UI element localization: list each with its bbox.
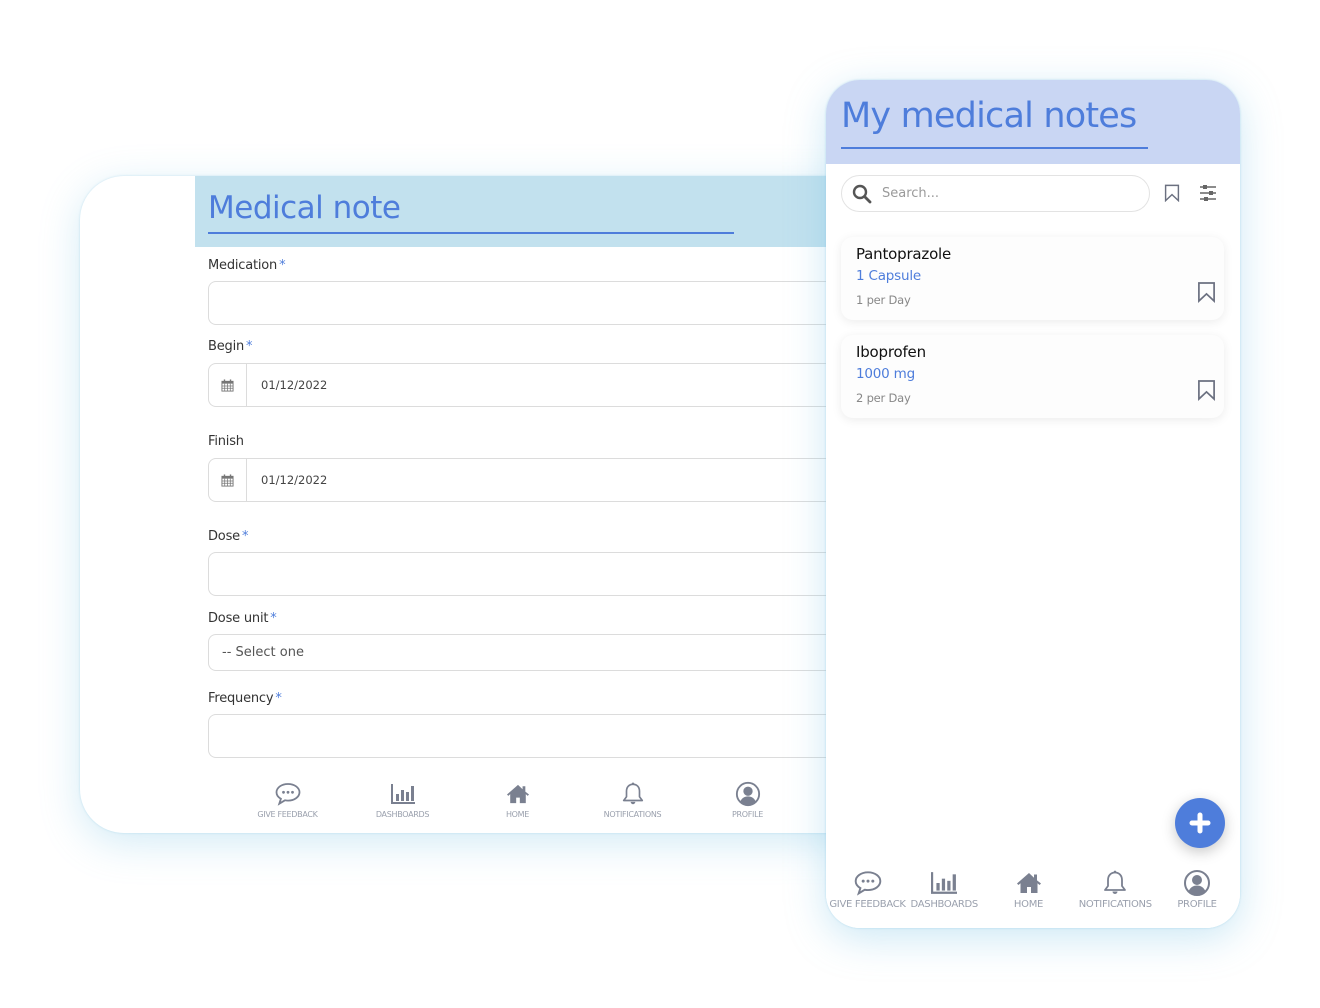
bookmark-button[interactable]	[1197, 379, 1216, 406]
nav-notifications[interactable]: NOTIFICATIONS	[1076, 870, 1154, 928]
required-marker: *	[241, 529, 249, 544]
dose-unit-selected: -- Select one	[222, 645, 304, 660]
dose-input[interactable]	[208, 552, 880, 596]
dose-unit-label: Dose unit *	[208, 611, 277, 626]
note-card[interactable]: Pantoprazole 1 Capsule 1 per Day	[841, 237, 1224, 320]
dose-unit-select[interactable]: -- Select one	[208, 634, 880, 671]
plus-icon	[1189, 812, 1211, 834]
nav-notifications[interactable]: NOTIFICATIONS	[575, 781, 690, 833]
begin-label-text: Begin	[208, 339, 245, 354]
filter-settings-button[interactable]	[1198, 184, 1218, 207]
nav-home[interactable]: HOME	[460, 781, 575, 833]
nav-profile[interactable]: PROFILE	[690, 781, 805, 833]
title-underline	[841, 147, 1148, 149]
sliders-icon	[1200, 185, 1216, 201]
dose-label-text: Dose	[208, 529, 240, 544]
bottom-nav: GIVE FEEDBACK DASHBOARDS HOME NOTIFICATI…	[230, 781, 830, 833]
required-marker: *	[275, 691, 282, 706]
frequency-input[interactable]	[208, 714, 880, 758]
note-medication-name: Iboprofen	[856, 343, 926, 361]
bookmark-icon	[1197, 281, 1216, 303]
medication-input[interactable]	[208, 281, 880, 325]
finish-date-value: 01/12/2022	[261, 473, 328, 487]
note-frequency: 2 per Day	[856, 391, 911, 405]
nav-dashboards[interactable]: DASHBOARDS	[908, 870, 981, 928]
dose-label: Dose *	[208, 529, 248, 544]
bell-icon	[620, 781, 646, 807]
begin-label: Begin *	[208, 339, 253, 354]
chat-bubble-icon	[274, 782, 302, 806]
required-marker: *	[279, 258, 286, 273]
bookmarks-filter-button[interactable]	[1164, 184, 1180, 207]
add-note-button[interactable]	[1175, 798, 1225, 848]
search-box[interactable]	[841, 175, 1150, 212]
note-medication-name: Pantoprazole	[856, 245, 952, 263]
next-field-label-cutoff	[208, 774, 328, 780]
nav-profile[interactable]: PROFILE	[1157, 870, 1237, 928]
bookmark-icon	[1164, 184, 1180, 202]
user-circle-icon	[735, 781, 761, 807]
form-header: Medical note	[195, 176, 880, 247]
search-input[interactable]	[882, 186, 1132, 201]
nav-label: PROFILE	[1177, 899, 1217, 910]
required-marker: *	[246, 339, 253, 354]
frequency-label-text: Frequency	[208, 691, 274, 706]
form-title: Medical note	[208, 190, 401, 226]
app-title: My medical notes	[841, 96, 1137, 136]
medical-notes-app: My medical notes Pantoprazole 1 Capsule …	[826, 80, 1240, 928]
note-dose: 1000 mg	[856, 366, 915, 382]
nav-label: DASHBOARDS	[910, 899, 979, 910]
finish-date-input[interactable]: 01/12/2022	[208, 458, 880, 502]
medication-label: Medication *	[208, 258, 286, 273]
note-card[interactable]: Iboprofen 1000 mg 2 per Day	[841, 335, 1224, 418]
bottom-nav: GIVE FEEDBACK DASHBOARDS HOME NOTIFICATI…	[826, 870, 1240, 928]
calendar-button[interactable]	[209, 364, 247, 406]
nav-label: HOME	[505, 810, 530, 819]
nav-give-feedback[interactable]: GIVE FEEDBACK	[230, 781, 345, 833]
begin-date-value: 01/12/2022	[261, 378, 328, 392]
home-icon	[1015, 871, 1043, 895]
nav-label: GIVE FEEDBACK	[257, 810, 318, 819]
bar-chart-icon	[928, 870, 960, 896]
home-icon	[505, 783, 531, 805]
finish-label: Finish	[208, 434, 244, 449]
bell-icon	[1101, 869, 1129, 897]
nav-give-feedback[interactable]: GIVE FEEDBACK	[829, 870, 906, 928]
dose-unit-label-text: Dose unit	[208, 611, 269, 626]
nav-label: DASHBOARDS	[375, 810, 430, 819]
app-header: My medical notes	[826, 80, 1240, 164]
user-circle-icon	[1183, 869, 1211, 897]
chat-bubble-icon	[853, 870, 883, 896]
medication-label-text: Medication	[208, 258, 278, 273]
required-marker: *	[270, 611, 277, 626]
nav-dashboards[interactable]: DASHBOARDS	[345, 781, 460, 833]
nav-label: NOTIFICATIONS	[603, 810, 662, 819]
search-icon	[852, 184, 872, 203]
calendar-button[interactable]	[209, 459, 247, 501]
calendar-icon	[221, 379, 234, 392]
nav-home[interactable]: HOME	[984, 870, 1074, 928]
bar-chart-icon	[389, 782, 417, 806]
title-underline	[208, 232, 734, 234]
finish-label-text: Finish	[208, 434, 244, 449]
begin-date-input[interactable]: 01/12/2022	[208, 363, 880, 407]
calendar-icon	[221, 474, 234, 487]
nav-label: GIVE FEEDBACK	[829, 899, 906, 910]
medical-note-form-card: Medical note Medication * Begin * 01/12/20…	[80, 176, 880, 833]
note-dose: 1 Capsule	[856, 268, 921, 284]
nav-label: NOTIFICATIONS	[1078, 899, 1152, 910]
nav-label: HOME	[1013, 899, 1044, 910]
bookmark-icon	[1197, 379, 1216, 401]
bookmark-button[interactable]	[1197, 281, 1216, 308]
note-frequency: 1 per Day	[856, 293, 911, 307]
nav-label: PROFILE	[731, 810, 764, 819]
frequency-label: Frequency *	[208, 691, 282, 706]
